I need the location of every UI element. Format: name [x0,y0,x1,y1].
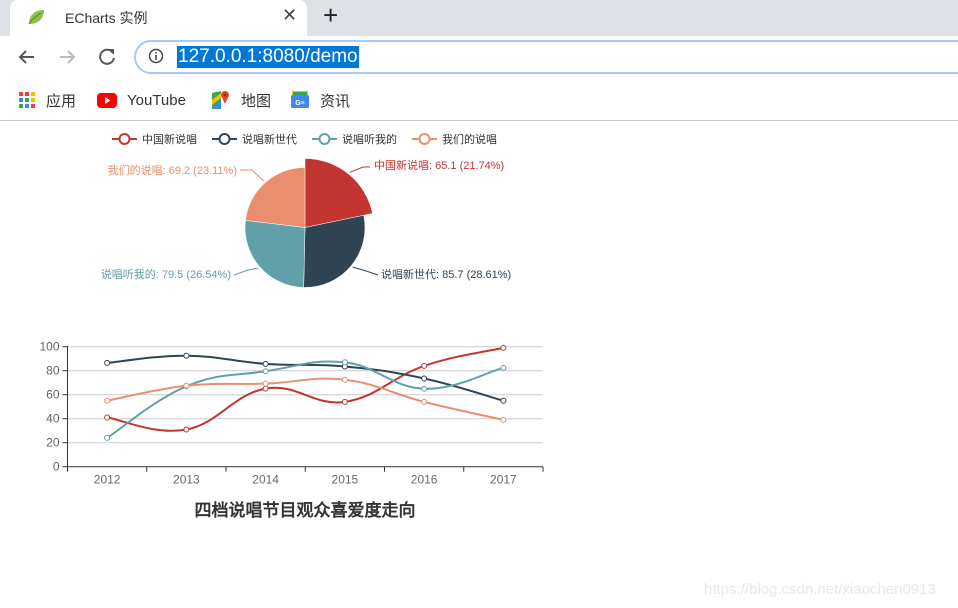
x-tick-label: 2012 [94,473,121,487]
bookmarks-bar: 应用 YouTube 地图 G≡ 资讯 [0,80,958,121]
bookmark-label: 资讯 [320,92,351,110]
data-point[interactable] [104,414,111,421]
chart-title: 四档说唱节目观众喜爱度走向 [195,500,416,520]
tab-strip: ECharts 实例 ✕ + [0,0,958,36]
youtube-icon [97,92,117,108]
bookmark-news[interactable]: G≡ 资讯 [290,89,350,111]
data-point[interactable] [500,344,507,351]
y-tick-label: 100 [39,340,59,354]
y-tick-label: 20 [46,436,60,450]
info-icon[interactable] [148,48,164,64]
data-point[interactable] [341,376,348,383]
legend-item[interactable]: 说唱新世代 [212,132,297,146]
legend-circle-icon [118,133,131,145]
data-point[interactable] [262,385,269,392]
x-tick-label: 2014 [252,473,279,487]
data-point[interactable] [183,426,190,433]
data-point[interactable] [421,362,428,369]
data-point[interactable] [104,359,111,366]
forward-icon[interactable] [54,44,80,70]
browser-tab[interactable]: ECharts 实例 ✕ [10,0,307,36]
data-point[interactable] [262,360,269,367]
pie-slice[interactable] [303,214,366,288]
y-tick-label: 60 [46,388,60,402]
data-point[interactable] [421,398,428,405]
bookmark-maps[interactable]: 地图 [211,89,271,111]
bookmark-label: 地图 [241,92,272,110]
pie-chart: 中国新说唱: 65.1 (21.74%) 说唱新世代: 85.7 (28.61%)… [101,158,511,288]
close-icon[interactable]: ✕ [282,5,297,25]
x-tick-label: 2013 [173,473,200,487]
tab-title: ECharts 实例 [65,10,148,26]
y-tick-label: 40 [46,412,60,426]
maps-icon [212,91,229,109]
bookmark-label: 应用 [46,92,77,110]
pie-legend: 中国新说唱 说唱新世代 说唱听我的 我们的说唱 [112,132,497,146]
news-icon: G≡ [291,91,309,108]
legend-label: 说唱新世代 [242,132,297,146]
legend-item[interactable]: 说唱听我的 [312,132,397,146]
legend-item[interactable]: 中国新说唱 [112,132,197,146]
pie-label: 我们的说唱: 69.2 (23.11%) [108,163,237,177]
spring-leaf-icon [28,10,44,25]
pie-label: 中国新说唱: 65.1 (21.74%) [374,158,504,172]
line-chart: 0 20 40 60 80 100 2012 2013 2014 2015 2016 2017 四档说唱… [39,340,544,520]
data-point[interactable] [262,368,269,375]
reload-icon[interactable] [94,44,120,70]
legend-circle-icon [318,133,331,145]
data-point[interactable] [500,364,507,371]
legend-label: 中国新说唱 [142,132,197,146]
data-point[interactable] [183,382,190,389]
pie-label-line [352,266,379,276]
pie-label-line [240,169,265,182]
bookmark-youtube[interactable]: YouTube [97,89,186,111]
data-point[interactable] [183,352,190,359]
pie-label: 说唱新世代: 85.7 (28.61%) [381,267,511,281]
data-point[interactable] [421,375,428,382]
x-tick-label: 2017 [490,473,517,487]
data-point[interactable] [104,434,111,441]
svg-text:G≡: G≡ [295,100,305,107]
data-point[interactable] [500,397,507,404]
toolbar: 127.0.0.1:8080/demo [0,36,958,80]
legend-circle-icon [418,133,431,145]
pie-slice[interactable] [244,220,306,288]
data-point[interactable] [341,359,348,366]
back-icon[interactable] [14,44,40,70]
plus-icon[interactable]: + [323,1,338,29]
pie-label: 说唱听我的: 79.5 (26.54%) [101,267,231,281]
pie-label-line [233,267,259,276]
legend-label: 说唱听我的 [342,132,397,146]
chart-canvas: 中国新说唱 说唱新世代 说唱听我的 我们的说唱 中国新说唱: 65.1 (21.74%… [39,132,544,520]
y-tick-label: 0 [53,460,60,474]
data-point[interactable] [262,380,269,387]
series-line [106,377,504,421]
data-point[interactable] [104,397,111,404]
url-text[interactable]: 127.0.0.1:8080/demo [177,46,359,68]
data-point[interactable] [500,416,507,423]
pie-label-line [349,166,370,173]
y-tick-label: 80 [46,364,60,378]
bookmark-label: YouTube [127,91,186,109]
legend-circle-icon [218,133,231,145]
address-bar[interactable]: 127.0.0.1:8080/demo [134,40,958,74]
x-tick-label: 2015 [332,473,359,487]
watermark: https://blog.csdn.net/xiaochen0913 [704,581,936,598]
bookmark-apps[interactable]: 应用 [19,89,76,111]
legend-item[interactable]: 我们的说唱 [412,132,497,146]
series-2 [104,359,507,441]
series-line [106,360,504,439]
x-tick-label: 2016 [411,473,438,487]
legend-label: 我们的说唱 [442,132,497,146]
pie-slice[interactable] [245,167,306,228]
data-point[interactable] [341,398,348,405]
apps-grid-icon [19,91,35,108]
data-point[interactable] [421,385,428,392]
